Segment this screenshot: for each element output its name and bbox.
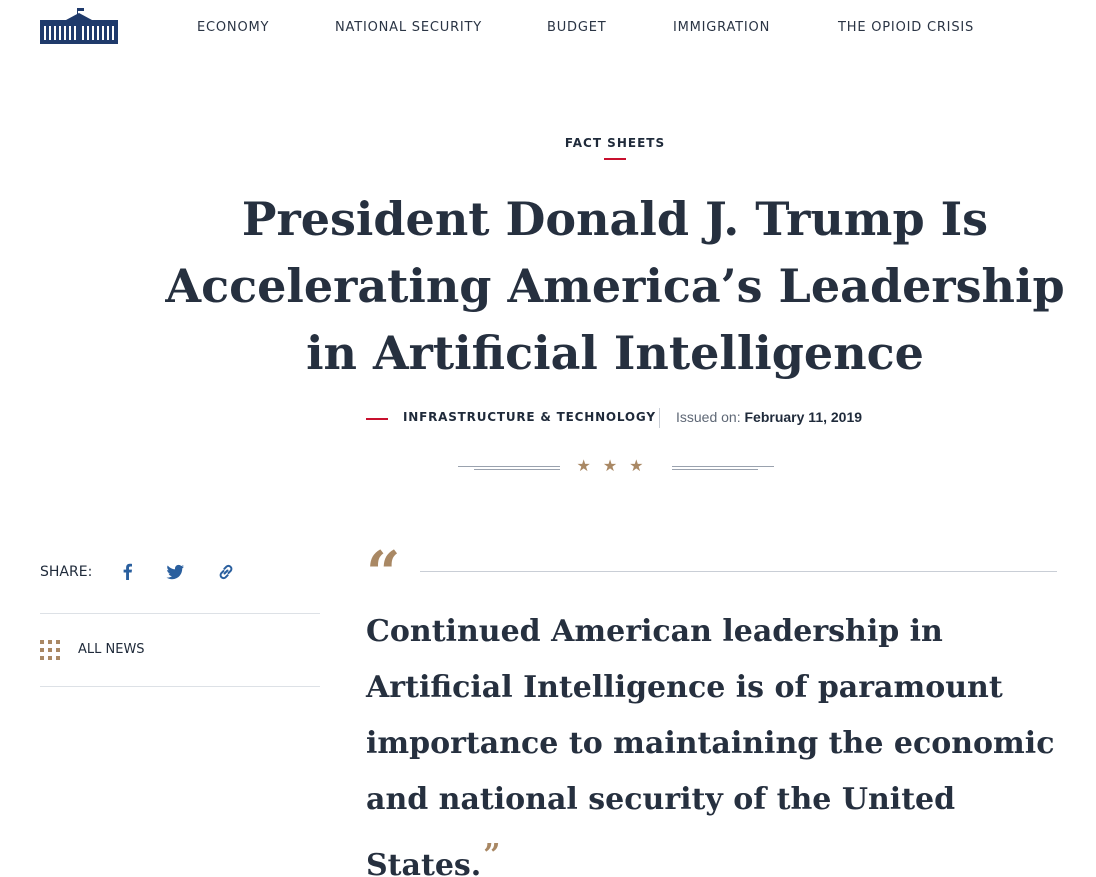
meta-divider	[659, 408, 660, 428]
article-eyebrow[interactable]: FACT SHEETS	[0, 136, 1096, 150]
close-quote-icon: ”	[483, 838, 501, 873]
divider-stars-icon: ★★★	[576, 456, 656, 475]
pull-quote-text: Continued American leadership in Artific…	[366, 614, 1055, 877]
sidebar-divider-top	[40, 613, 320, 614]
category-link[interactable]: INFRASTRUCTURE & TECHNOLOGY	[403, 410, 656, 424]
facebook-icon[interactable]	[116, 560, 140, 584]
issued-label: Issued on:	[676, 409, 741, 425]
site-header: ECONOMY NATIONAL SECURITY BUDGET IMMIGRA…	[0, 0, 1096, 56]
category-accent-line	[366, 418, 388, 420]
nav-item-budget[interactable]: BUDGET	[547, 20, 606, 35]
page-title: President Donald J. Trump Is Acceleratin…	[165, 192, 1065, 380]
nav-item-immigration[interactable]: IMMIGRATION	[673, 20, 770, 35]
open-quote-icon: “	[366, 539, 401, 609]
divider-line-right	[672, 466, 774, 467]
share-label: SHARE:	[40, 564, 93, 580]
quote-rule	[420, 571, 1057, 572]
eyebrow-underline	[604, 158, 626, 160]
all-news-label: ALL NEWS	[78, 642, 145, 657]
nav-item-economy[interactable]: ECONOMY	[197, 20, 269, 35]
grid-icon	[40, 640, 60, 660]
issued-on: Issued on: February 11, 2019	[676, 409, 862, 425]
divider-line-right-inner	[672, 469, 758, 470]
divider-line-left	[458, 466, 560, 467]
star-divider: ★★★	[456, 456, 774, 478]
issued-date: February 11, 2019	[744, 409, 863, 425]
all-news-link[interactable]: ALL NEWS	[40, 640, 240, 662]
nav-item-national-security[interactable]: NATIONAL SECURITY	[335, 20, 482, 35]
link-icon[interactable]	[214, 560, 238, 584]
article-meta: INFRASTRUCTURE & TECHNOLOGY Issued on: F…	[0, 408, 1096, 430]
nav-item-opioid-crisis[interactable]: THE OPIOID CRISIS	[838, 20, 974, 35]
pull-quote: Continued American leadership in Artific…	[366, 604, 1056, 877]
main-nav: ECONOMY NATIONAL SECURITY BUDGET IMMIGRA…	[0, 20, 1096, 38]
divider-line-left-inner	[474, 469, 560, 470]
twitter-icon[interactable]	[163, 560, 187, 584]
sidebar-divider-bottom	[40, 686, 320, 687]
